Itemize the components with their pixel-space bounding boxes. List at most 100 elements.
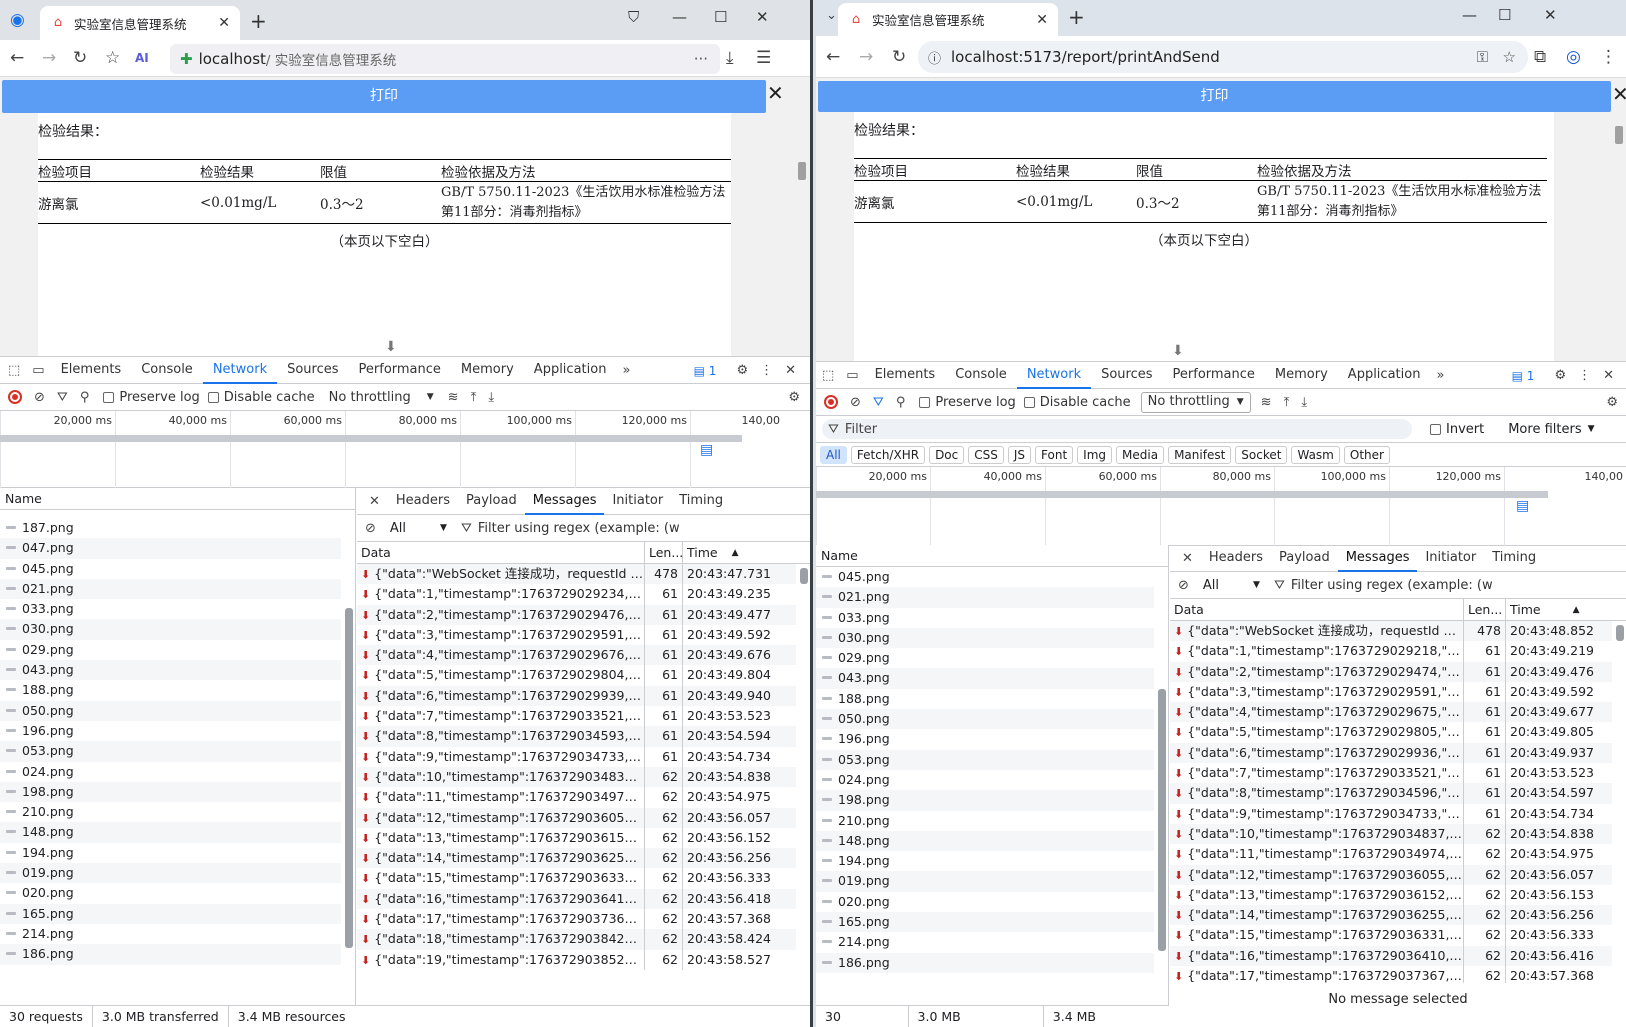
scroll-thumb[interactable]	[1615, 126, 1623, 144]
type-filter-fetchxhr[interactable]: Fetch/XHR	[850, 445, 926, 464]
scroll-thumb[interactable]	[1616, 625, 1624, 641]
record-icon[interactable]	[824, 395, 838, 409]
tab-performance[interactable]: Performance	[1163, 362, 1265, 389]
maximize-icon[interactable]: ☐	[1498, 6, 1511, 24]
tab-list-icon[interactable]: ⛉	[628, 8, 639, 26]
request-row[interactable]: 198.png	[816, 790, 1154, 811]
type-filter-js[interactable]: JS	[1007, 445, 1032, 464]
tab-timing[interactable]: Timing	[671, 488, 731, 515]
request-row[interactable]: 024.png	[816, 770, 1154, 790]
request-row[interactable]: 188.png	[816, 689, 1154, 709]
close-detail-icon[interactable]: ✕	[1182, 551, 1193, 566]
request-row[interactable]: 186.png	[816, 952, 1154, 973]
message-filter-input[interactable]: Filter using regex (example: (w	[478, 521, 680, 536]
type-filter-doc[interactable]: Doc	[929, 445, 965, 464]
tab-elements[interactable]: Elements	[51, 357, 132, 384]
request-row[interactable]: 024.png	[0, 762, 341, 782]
network-conditions-icon[interactable]: ≋	[1261, 395, 1272, 410]
close-window-icon[interactable]: ✕	[756, 8, 769, 26]
request-row[interactable]: 194.png	[816, 851, 1154, 871]
print-button[interactable]: 打印	[2, 80, 766, 113]
message-row[interactable]: ⬇ {"data":1,"timestamp":1763729029218,"ty…	[1170, 641, 1612, 662]
message-row[interactable]: ⬇ {"data":4,"timestamp":1763729029675,"ty…	[1170, 702, 1612, 723]
message-row[interactable]: ⬇{"data":19,"timestamp":1763729038527,"t…	[357, 949, 796, 970]
disable-cache-checkbox[interactable]	[1023, 396, 1035, 408]
clear-messages-icon[interactable]: ⊘	[1178, 578, 1189, 593]
ai-icon[interactable]: AI	[135, 51, 149, 65]
message-row[interactable]: ⬇{"data":15,"timestamp":1763729036331,"t…	[1170, 925, 1612, 946]
device-toolbar-icon[interactable]: ▭	[32, 363, 44, 378]
import-icon[interactable]: ⤒	[1284, 395, 1290, 410]
page-scrollbar[interactable]	[794, 113, 810, 357]
col-time[interactable]: Time	[1506, 599, 1541, 620]
request-row[interactable]: 165.png	[0, 903, 341, 924]
scroll-thumb[interactable]	[1158, 689, 1166, 951]
minimize-icon[interactable]: —	[672, 8, 687, 26]
preserve-log-checkbox[interactable]	[103, 391, 115, 403]
type-filter-socket[interactable]: Socket	[1235, 445, 1288, 464]
favorites-icon[interactable]: ☆	[105, 48, 120, 68]
message-row[interactable]: ⬇{"data":11,"timestamp":1763729034974,"t…	[357, 787, 796, 808]
message-row[interactable]: ⬇ {"data":6,"timestamp":1763729029936,"ty…	[1170, 742, 1612, 764]
close-devtools-icon[interactable]: ✕	[785, 363, 796, 378]
timeline-overview[interactable]: 20,000 ms 40,000 ms 60,000 ms 80,000 ms …	[816, 467, 1626, 546]
message-row[interactable]: ⬇{"data":17,"timestamp":1763729037367,"t…	[1170, 966, 1612, 983]
network-conditions-icon[interactable]: ≋	[448, 390, 459, 405]
request-scrollbar[interactable]	[343, 510, 355, 1005]
message-row[interactable]: ⬇{"data":9,"timestamp":1763729034733,"ty…	[1170, 803, 1612, 824]
throttling-select[interactable]: No throttling ▼	[1140, 391, 1251, 413]
request-row[interactable]: 030.png	[0, 619, 341, 640]
print-button[interactable]: 打印	[818, 81, 1611, 112]
request-row[interactable]: 043.png	[0, 660, 341, 681]
filter-icon[interactable]: ⛛	[57, 390, 68, 405]
more-filters-dropdown-icon[interactable]: ▼	[1588, 424, 1595, 434]
search-icon[interactable]: ⚲	[896, 395, 906, 410]
request-row[interactable]: 148.png	[816, 830, 1154, 852]
message-row[interactable]: ⬇{"data":7,"timestamp":1763729033521,"ty…	[357, 706, 796, 727]
network-filter-input[interactable]: ⛛ Filter	[822, 419, 1412, 439]
menu-icon[interactable]: ☰	[756, 48, 771, 68]
address-bar[interactable]: ✚ localhost / 实验室信息管理系统 ···	[170, 44, 720, 74]
close-tab-icon[interactable]: ✕	[1036, 12, 1048, 28]
request-row[interactable]: 019.png	[0, 863, 341, 884]
reload-icon[interactable]: ↻	[73, 48, 87, 68]
menu-icon[interactable]: ⋮	[1600, 47, 1617, 67]
settings-icon[interactable]: ⚙	[1554, 368, 1566, 383]
request-row[interactable]: 210.png	[816, 811, 1154, 831]
type-filter-wasm[interactable]: Wasm	[1291, 445, 1340, 464]
tab-payload[interactable]: Payload	[1271, 545, 1338, 572]
col-time[interactable]: Time	[683, 542, 718, 563]
password-key-icon[interactable]: ⚿	[1477, 48, 1488, 66]
tab-timing[interactable]: Timing	[1484, 545, 1544, 572]
request-row[interactable]: 021.png	[816, 587, 1154, 608]
message-row[interactable]: ⬇{"data":16,"timestamp":1763729036410,"t…	[357, 888, 796, 910]
message-row[interactable]: ⬇{"data":14,"timestamp":1763729036255,"t…	[357, 848, 796, 869]
site-info-icon[interactable]: ⓘ	[928, 48, 941, 67]
close-print-icon[interactable]: ✕	[1612, 82, 1626, 106]
scroll-thumb[interactable]	[345, 608, 353, 948]
close-detail-icon[interactable]: ✕	[369, 494, 380, 509]
tab-memory[interactable]: Memory	[1265, 362, 1338, 389]
tab-memory[interactable]: Memory	[451, 357, 524, 384]
message-row[interactable]: ⬇{"data":5,"timestamp":1763729029804,"ty…	[357, 665, 796, 686]
new-tab-icon[interactable]: +	[1068, 5, 1085, 29]
close-window-icon[interactable]: ✕	[1544, 6, 1557, 24]
record-icon[interactable]	[8, 390, 22, 404]
reload-icon[interactable]: ↻	[892, 47, 906, 67]
bookmark-star-icon[interactable]: ☆	[1503, 48, 1516, 66]
request-row[interactable]: 186.png	[0, 944, 341, 965]
preserve-log-checkbox[interactable]	[919, 396, 931, 408]
request-row[interactable]: 020.png	[0, 883, 341, 903]
network-settings-icon[interactable]: ⚙	[788, 390, 800, 405]
filter-icon[interactable]: ⛛	[873, 395, 884, 410]
browser-tab[interactable]: ⌂ 实验室信息管理系统 ✕	[40, 6, 240, 40]
more-filters-button[interactable]: More filters	[1508, 422, 1581, 437]
request-scrollbar[interactable]	[1156, 567, 1168, 1005]
address-bar[interactable]: ⓘ localhost:5173/report/printAndSend ⚿ ☆	[918, 41, 1528, 73]
page-scrollbar[interactable]	[1612, 114, 1626, 361]
messages-scrollbar[interactable]	[798, 564, 810, 1005]
extensions-icon[interactable]: ⧉	[1534, 47, 1546, 67]
type-filter-manifest[interactable]: Manifest	[1168, 445, 1232, 464]
settings-icon[interactable]: ⚙	[736, 363, 748, 378]
request-row[interactable]: 194.png	[0, 843, 341, 863]
